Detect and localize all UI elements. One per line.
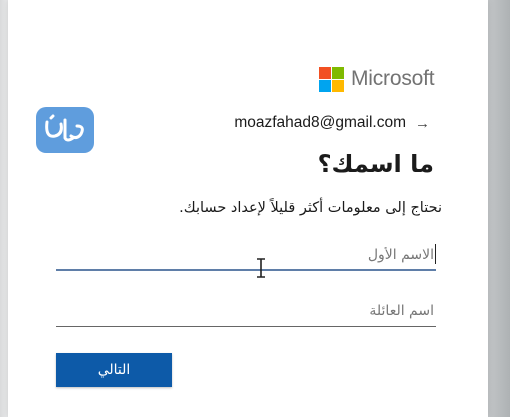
identity-banner[interactable]: moazfahad8@gmail.com →	[180, 114, 430, 132]
first-name-input[interactable]	[56, 240, 436, 269]
logo-square-red	[319, 66, 331, 79]
identity-email: moazfahad8@gmail.com	[234, 114, 406, 131]
logo-square-yellow	[332, 79, 344, 92]
next-button[interactable]: التالي	[56, 353, 172, 387]
first-name-field[interactable]	[56, 240, 436, 271]
watermark-logo	[36, 107, 94, 153]
arrow-right-icon: →	[415, 114, 430, 132]
last-name-field[interactable]	[56, 296, 436, 327]
brand-name: Microsoft	[351, 67, 435, 90]
window-edge	[488, 0, 510, 417]
microsoft-logo: Microsoft	[319, 66, 435, 92]
page-description: نحتاج إلى معلومات أكثر قليلاً لإعداد حسا…	[179, 200, 442, 216]
watermark-glyph	[45, 114, 84, 142]
text-cursor-icon	[257, 258, 265, 278]
logo-square-green	[332, 66, 344, 79]
last-name-input[interactable]	[56, 296, 436, 326]
page-title: ما اسمك؟	[317, 150, 434, 178]
logo-square-blue	[319, 79, 331, 92]
text-caret	[435, 244, 436, 264]
microsoft-logo-icon	[319, 66, 344, 92]
